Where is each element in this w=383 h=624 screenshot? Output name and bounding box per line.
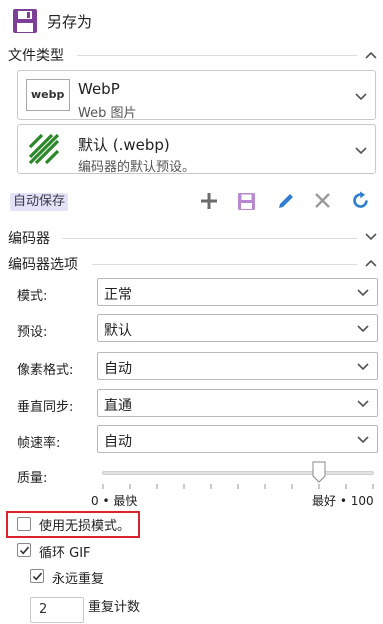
format-selector[interactable]: webp WebP Web 图片 xyxy=(17,70,376,121)
vsync-select[interactable]: 直通 xyxy=(97,389,378,417)
divider xyxy=(92,264,357,265)
repeat-count-input[interactable]: 2 xyxy=(30,597,84,623)
quality-slider-track[interactable] xyxy=(102,471,374,475)
format-name: WebP xyxy=(78,80,120,98)
quality-slider-thumb[interactable] xyxy=(312,461,326,483)
vsync-value: 直通 xyxy=(104,398,132,414)
chevron-up-icon[interactable] xyxy=(365,259,377,267)
slider-ticks xyxy=(102,484,374,489)
edit-icon[interactable] xyxy=(276,191,296,211)
chevron-down-icon xyxy=(357,325,369,333)
lossless-label[interactable]: 使用无损模式。 xyxy=(39,515,130,534)
pixel-format-label: 像素格式: xyxy=(17,363,74,378)
quality-max-label: 最好 • 100 xyxy=(312,494,374,508)
repeat-forever-label[interactable]: 永远重复 xyxy=(52,568,104,587)
mode-select[interactable]: 正常 xyxy=(97,278,378,306)
chevron-down-icon xyxy=(357,363,369,371)
preset-value: 默认 xyxy=(104,323,132,339)
webp-logo-icon: webp xyxy=(26,79,70,111)
lossless-checkbox[interactable] xyxy=(17,517,31,531)
quality-min-label: 0 • 最快 xyxy=(91,494,138,508)
autosave-badge[interactable]: 自动保存 xyxy=(10,193,69,211)
loop-gif-checkbox[interactable] xyxy=(17,543,31,557)
ffmpeg-logo-icon xyxy=(28,133,60,165)
repeat-count-label: 重复计数 xyxy=(88,600,141,615)
chevron-up-icon[interactable] xyxy=(365,51,377,59)
refresh-icon[interactable] xyxy=(350,190,371,211)
section-file-type: 文件类型 xyxy=(8,48,64,64)
loop-gif-label[interactable]: 循环 GIF xyxy=(39,542,91,561)
preset-selector[interactable]: 默认 (.webp) 编码器的默认预设。 xyxy=(17,124,376,175)
vsync-label: 垂直同步: xyxy=(17,400,74,415)
repeat-count-value: 2 xyxy=(39,602,48,617)
framerate-value: 自动 xyxy=(104,434,132,450)
chevron-down-icon xyxy=(357,289,369,297)
quality-label: 质量: xyxy=(17,471,48,486)
save-icon xyxy=(13,9,37,33)
mode-label: 模式: xyxy=(17,289,48,304)
preset-desc: 编码器的默认预设。 xyxy=(78,160,196,175)
chevron-down-icon xyxy=(357,436,369,444)
section-encoder: 编码器 xyxy=(8,231,50,247)
checkmark-icon xyxy=(32,572,43,581)
section-encoder-options: 编码器选项 xyxy=(8,257,78,273)
save-icon[interactable] xyxy=(237,192,256,211)
repeat-forever-checkbox[interactable] xyxy=(30,569,44,583)
framerate-select[interactable]: 自动 xyxy=(97,425,378,453)
pixel-format-value: 自动 xyxy=(104,361,132,377)
preset-name: 默认 (.webp) xyxy=(78,136,170,154)
dialog-title: 另存为 xyxy=(47,13,93,31)
chevron-down-icon xyxy=(355,147,367,155)
checkmark-icon xyxy=(19,546,30,555)
chevron-down-icon xyxy=(357,400,369,408)
framerate-label: 帧速率: xyxy=(17,436,61,451)
add-icon[interactable] xyxy=(199,191,219,211)
mode-value: 正常 xyxy=(104,287,132,303)
chevron-down-icon[interactable] xyxy=(365,233,377,241)
delete-icon[interactable] xyxy=(313,191,332,210)
divider xyxy=(77,55,357,56)
divider xyxy=(62,238,357,239)
format-desc: Web 图片 xyxy=(78,106,137,121)
pixel-format-select[interactable]: 自动 xyxy=(97,352,378,380)
preset-select[interactable]: 默认 xyxy=(97,314,378,342)
preset-label: 预设: xyxy=(17,325,48,340)
chevron-down-icon xyxy=(355,93,367,101)
